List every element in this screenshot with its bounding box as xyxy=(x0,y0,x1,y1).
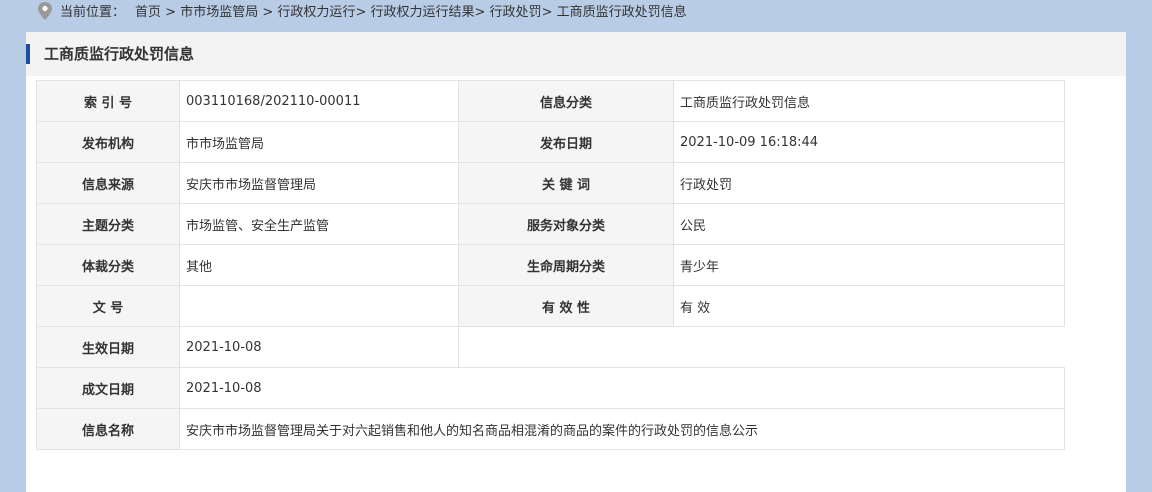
topic-label: 主题分类 xyxy=(36,203,180,245)
publish-date-label: 发布日期 xyxy=(458,121,674,163)
category-value: 工商质监行政处罚信息 xyxy=(673,80,1065,122)
category-label: 信息分类 xyxy=(458,80,674,122)
index-no-label: 索 引 号 xyxy=(36,80,180,122)
audience-label: 服务对象分类 xyxy=(458,203,674,245)
table-row: 信息名称 安庆市市场监督管理局关于对六起销售和他人的知名商品相混淆的商品的案件的… xyxy=(36,408,1065,450)
table-row: 文 号 有 效 性 有 效 xyxy=(36,285,1065,327)
breadcrumb-separator: > xyxy=(355,5,367,20)
breadcrumb-link-penalty[interactable]: 行政处罚 xyxy=(490,5,542,20)
page-title: 工商质监行政处罚信息 xyxy=(44,45,195,63)
topic-value: 市场监管、安全生产监管 xyxy=(179,203,459,245)
genre-label: 体裁分类 xyxy=(36,244,180,286)
breadcrumb-link-admin-power-results[interactable]: 行政权力运行结果 xyxy=(370,5,474,20)
doc-no-label: 文 号 xyxy=(36,285,180,327)
breadcrumb-link-admin-power[interactable]: 行政权力运行 xyxy=(277,5,355,20)
empty-cell xyxy=(458,326,1065,368)
lifecycle-value: 青少年 xyxy=(673,244,1065,286)
breadcrumb-lead: 当前位置： xyxy=(60,5,126,20)
table-row: 体裁分类 其他 生命周期分类 青少年 xyxy=(36,244,1065,286)
index-no-value: 003110168/202110-00011 xyxy=(179,80,459,122)
breadcrumb-separator: > xyxy=(165,5,177,20)
info-table: 索 引 号 003110168/202110-00011 信息分类 工商质监行政… xyxy=(36,80,1065,450)
lifecycle-label: 生命周期分类 xyxy=(458,244,674,286)
effective-date-label: 生效日期 xyxy=(36,326,180,368)
info-name-value: 安庆市市场监督管理局关于对六起销售和他人的知名商品相混淆的商品的案件的行政处罚的… xyxy=(179,408,1065,450)
header-accent-bar xyxy=(26,44,30,64)
breadcrumb-link-current[interactable]: 工商质监行政处罚信息 xyxy=(557,5,687,20)
publish-date-value: 2021-10-09 16:18:44 xyxy=(673,121,1065,163)
publisher-label: 发布机构 xyxy=(36,121,180,163)
breadcrumb: 当前位置： 首页 > 市市场监管局 > 行政权力运行> 行政权力运行结果> 行政处… xyxy=(36,0,687,25)
keywords-label: 关 键 词 xyxy=(458,162,674,204)
effective-date-value: 2021-10-08 xyxy=(179,326,459,368)
keywords-value: 行政处罚 xyxy=(673,162,1065,204)
audience-value: 公民 xyxy=(673,203,1065,245)
written-date-value: 2021-10-08 xyxy=(179,367,1065,409)
table-row: 信息来源 安庆市市场监督管理局 关 键 词 行政处罚 xyxy=(36,162,1065,204)
publisher-value: 市市场监管局 xyxy=(179,121,459,163)
validity-label: 有 效 性 xyxy=(458,285,674,327)
breadcrumb-separator: > xyxy=(262,5,274,20)
table-row: 成文日期 2021-10-08 xyxy=(36,367,1065,409)
validity-value: 有 效 xyxy=(673,285,1065,327)
genre-value: 其他 xyxy=(179,244,459,286)
info-name-label: 信息名称 xyxy=(36,408,180,450)
doc-no-value xyxy=(179,285,459,327)
breadcrumb-link-bureau[interactable]: 市市场监管局 xyxy=(180,5,258,20)
table-row: 索 引 号 003110168/202110-00011 信息分类 工商质监行政… xyxy=(36,80,1065,122)
panel-header: 工商质监行政处罚信息 xyxy=(26,32,1126,76)
breadcrumb-separator: > xyxy=(474,5,486,20)
written-date-label: 成文日期 xyxy=(36,367,180,409)
source-label: 信息来源 xyxy=(36,162,180,204)
table-row: 主题分类 市场监管、安全生产监管 服务对象分类 公民 xyxy=(36,203,1065,245)
source-value: 安庆市市场监督管理局 xyxy=(179,162,459,204)
location-pin-icon xyxy=(38,1,52,20)
breadcrumb-link-home[interactable]: 首页 xyxy=(135,5,161,20)
table-row: 发布机构 市市场监管局 发布日期 2021-10-09 16:18:44 xyxy=(36,121,1065,163)
table-row: 生效日期 2021-10-08 xyxy=(36,326,1065,368)
breadcrumb-separator: > xyxy=(541,5,553,20)
